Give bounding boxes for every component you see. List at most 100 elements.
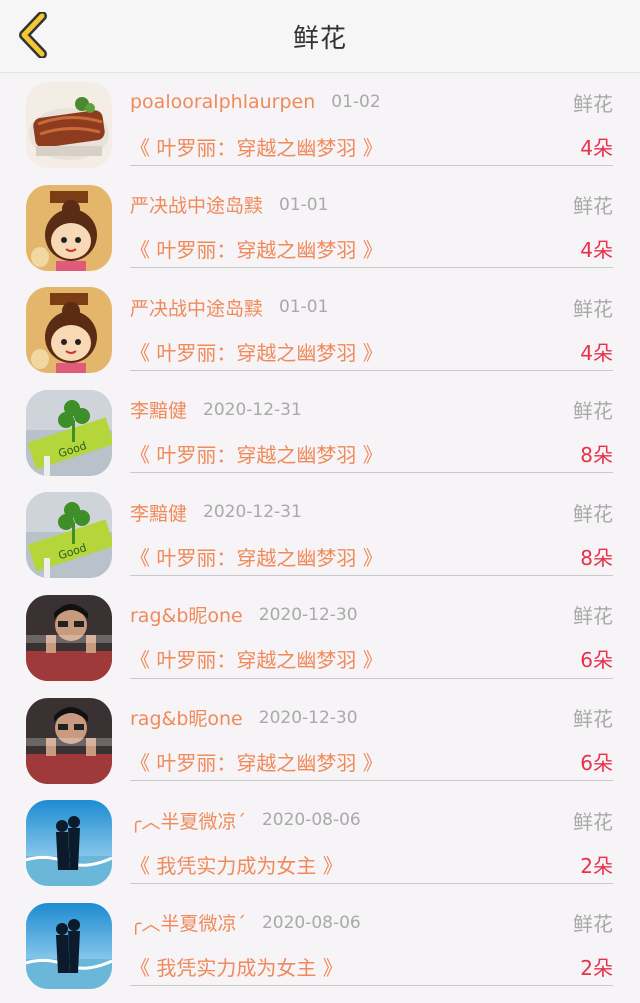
row-divider: [130, 369, 613, 371]
row-divider: [130, 780, 613, 782]
row-divider: [130, 882, 613, 884]
sender-name[interactable]: rag&b昵one: [130, 601, 243, 628]
sender-name[interactable]: 李黯健: [130, 499, 187, 526]
avatar[interactable]: [26, 902, 112, 989]
list-item[interactable]: Good 李黯健 2020-12-31 鲜花 《 叶罗丽：穿越之幽梦羽 》 8朵: [0, 483, 640, 586]
chevron-left-icon: [19, 12, 47, 58]
book-title-link[interactable]: 《 我凭实力成为女主 》: [130, 952, 343, 981]
book-title-link[interactable]: 《 叶罗丽：穿越之幽梦羽 》: [130, 337, 383, 366]
flower-count: 4朵: [580, 340, 613, 365]
list-item[interactable]: ╭︿半夏微凉΄ 2020-08-06 鲜花 《 我凭实力成为女主 》 2朵: [0, 791, 640, 894]
flower-count: 2朵: [580, 853, 613, 878]
row-divider: [130, 164, 613, 166]
book-title-link[interactable]: 《 叶罗丽：穿越之幽梦羽 》: [130, 644, 383, 673]
row-divider: [130, 472, 613, 474]
list-item[interactable]: Good 李黯健 2020-12-31 鲜花 《 叶罗丽：穿越之幽梦羽 》 8朵: [0, 381, 640, 484]
flower-count: 8朵: [580, 545, 613, 570]
row-divider: [130, 677, 613, 679]
sender-name[interactable]: rag&b昵one: [130, 704, 243, 731]
book-title-link[interactable]: 《 叶罗丽：穿越之幽梦羽 》: [130, 132, 383, 161]
gift-detail: 《 叶罗丽：穿越之幽梦羽 》 4朵: [130, 129, 613, 163]
gift-type-label: 鲜花: [573, 501, 613, 526]
gift-date: 01-02: [331, 92, 381, 112]
avatar[interactable]: Good: [26, 492, 112, 579]
flower-count: 4朵: [580, 135, 613, 160]
row-divider: [130, 574, 613, 576]
sender-name[interactable]: ╭︿半夏微凉΄: [130, 909, 246, 936]
flower-count: 2朵: [580, 956, 613, 981]
gift-info: ╭︿半夏微凉΄ 2020-08-06 鲜花 《 我凭实力成为女主 》 2朵: [130, 791, 613, 894]
page-title: 鲜花: [292, 23, 347, 54]
list-item[interactable]: poalooralphlaurpen 01-02 鲜花 《 叶罗丽：穿越之幽梦羽…: [0, 73, 640, 176]
gift-date: 2020-12-31: [203, 399, 302, 420]
gift-date: 2020-08-06: [261, 810, 361, 831]
gift-type-label: 鲜花: [573, 809, 613, 834]
gift-info: 严决战中途岛黩 01-01 鲜花 《 叶罗丽：穿越之幽梦羽 》 4朵: [130, 176, 613, 279]
gift-detail: 《 我凭实力成为女主 》 2朵: [130, 950, 613, 984]
gift-meta: 严决战中途岛黩 01-01 鲜花: [130, 292, 613, 322]
list-item[interactable]: 严决战中途岛黩 01-01 鲜花 《 叶罗丽：穿越之幽梦羽 》 4朵: [0, 176, 640, 279]
flower-count: 4朵: [580, 238, 613, 263]
book-title-link[interactable]: 《 我凭实力成为女主 》: [130, 850, 343, 879]
gift-type-label: 鲜花: [573, 707, 613, 732]
row-divider: [130, 267, 613, 269]
gift-date: 01-01: [279, 194, 329, 215]
list-item[interactable]: rag&b昵one 2020-12-30 鲜花 《 叶罗丽：穿越之幽梦羽 》 6…: [0, 586, 640, 689]
sender-name[interactable]: 严决战中途岛黩: [130, 294, 263, 321]
avatar[interactable]: [26, 287, 112, 374]
gift-type-label: 鲜花: [573, 912, 613, 937]
avatar[interactable]: Good: [26, 389, 112, 476]
gift-date: 2020-12-30: [258, 604, 358, 625]
flower-gift-list: poalooralphlaurpen 01-02 鲜花 《 叶罗丽：穿越之幽梦羽…: [0, 73, 640, 996]
back-button[interactable]: [14, 10, 54, 60]
list-item[interactable]: 严决战中途岛黩 01-01 鲜花 《 叶罗丽：穿越之幽梦羽 》 4朵: [0, 278, 640, 381]
gift-info: rag&b昵one 2020-12-30 鲜花 《 叶罗丽：穿越之幽梦羽 》 6…: [130, 689, 613, 792]
gift-info: 李黯健 2020-12-31 鲜花 《 叶罗丽：穿越之幽梦羽 》 8朵: [130, 483, 613, 586]
gift-detail: 《 叶罗丽：穿越之幽梦羽 》 8朵: [130, 539, 613, 573]
gift-info: rag&b昵one 2020-12-30 鲜花 《 叶罗丽：穿越之幽梦羽 》 6…: [130, 586, 613, 689]
app-header: 鲜花: [0, 0, 640, 73]
gift-meta: poalooralphlaurpen 01-02 鲜花: [130, 87, 613, 117]
sender-name[interactable]: 严决战中途岛黩: [130, 191, 263, 218]
gift-date: 2020-08-06: [261, 912, 361, 933]
sender-name[interactable]: ╭︿半夏微凉΄: [130, 807, 246, 834]
avatar[interactable]: [26, 594, 112, 681]
gift-detail: 《 叶罗丽：穿越之幽梦羽 》 6朵: [130, 642, 613, 676]
gift-meta: ╭︿半夏微凉΄ 2020-08-06 鲜花: [130, 805, 613, 835]
list-item[interactable]: ╭︿半夏微凉΄ 2020-08-06 鲜花 《 我凭实力成为女主 》 2朵: [0, 894, 640, 997]
gift-type-label: 鲜花: [573, 399, 613, 424]
gift-info: 李黯健 2020-12-31 鲜花 《 叶罗丽：穿越之幽梦羽 》 8朵: [130, 381, 613, 484]
gift-date: 2020-12-30: [258, 707, 358, 728]
book-title-link[interactable]: 《 叶罗丽：穿越之幽梦羽 》: [130, 747, 383, 776]
row-divider: [130, 985, 613, 987]
gift-detail: 《 叶罗丽：穿越之幽梦羽 》 6朵: [130, 745, 613, 779]
flower-count: 6朵: [580, 751, 613, 776]
gift-detail: 《 叶罗丽：穿越之幽梦羽 》 4朵: [130, 232, 613, 266]
flower-count: 8朵: [580, 443, 613, 468]
avatar[interactable]: [26, 82, 112, 168]
gift-date: 2020-12-31: [203, 502, 302, 523]
sender-name[interactable]: poalooralphlaurpen: [130, 91, 315, 113]
gift-meta: 严决战中途岛黩 01-01 鲜花: [130, 190, 613, 220]
list-item[interactable]: rag&b昵one 2020-12-30 鲜花 《 叶罗丽：穿越之幽梦羽 》 6…: [0, 689, 640, 792]
gift-meta: ╭︿半夏微凉΄ 2020-08-06 鲜花: [130, 908, 613, 938]
book-title-link[interactable]: 《 叶罗丽：穿越之幽梦羽 》: [130, 439, 383, 468]
gift-info: 严决战中途岛黩 01-01 鲜花 《 叶罗丽：穿越之幽梦羽 》 4朵: [130, 278, 613, 381]
gift-date: 01-01: [279, 297, 329, 318]
book-title-link[interactable]: 《 叶罗丽：穿越之幽梦羽 》: [130, 234, 383, 263]
gift-info: poalooralphlaurpen 01-02 鲜花 《 叶罗丽：穿越之幽梦羽…: [130, 73, 613, 176]
gift-meta: rag&b昵one 2020-12-30 鲜花: [130, 703, 613, 733]
avatar[interactable]: [26, 800, 112, 887]
gift-type-label: 鲜花: [573, 604, 613, 629]
avatar[interactable]: [26, 697, 112, 784]
book-title-link[interactable]: 《 叶罗丽：穿越之幽梦羽 》: [130, 542, 383, 571]
flower-count: 6朵: [580, 648, 613, 673]
gift-detail: 《 叶罗丽：穿越之幽梦羽 》 4朵: [130, 334, 613, 368]
gift-meta: 李黯健 2020-12-31 鲜花: [130, 497, 613, 527]
gift-type-label: 鲜花: [573, 91, 613, 116]
gift-meta: rag&b昵one 2020-12-30 鲜花: [130, 600, 613, 630]
gift-detail: 《 我凭实力成为女主 》 2朵: [130, 847, 613, 881]
sender-name[interactable]: 李黯健: [130, 396, 187, 423]
avatar[interactable]: [26, 184, 112, 271]
gift-detail: 《 叶罗丽：穿越之幽梦羽 》 8朵: [130, 437, 613, 471]
